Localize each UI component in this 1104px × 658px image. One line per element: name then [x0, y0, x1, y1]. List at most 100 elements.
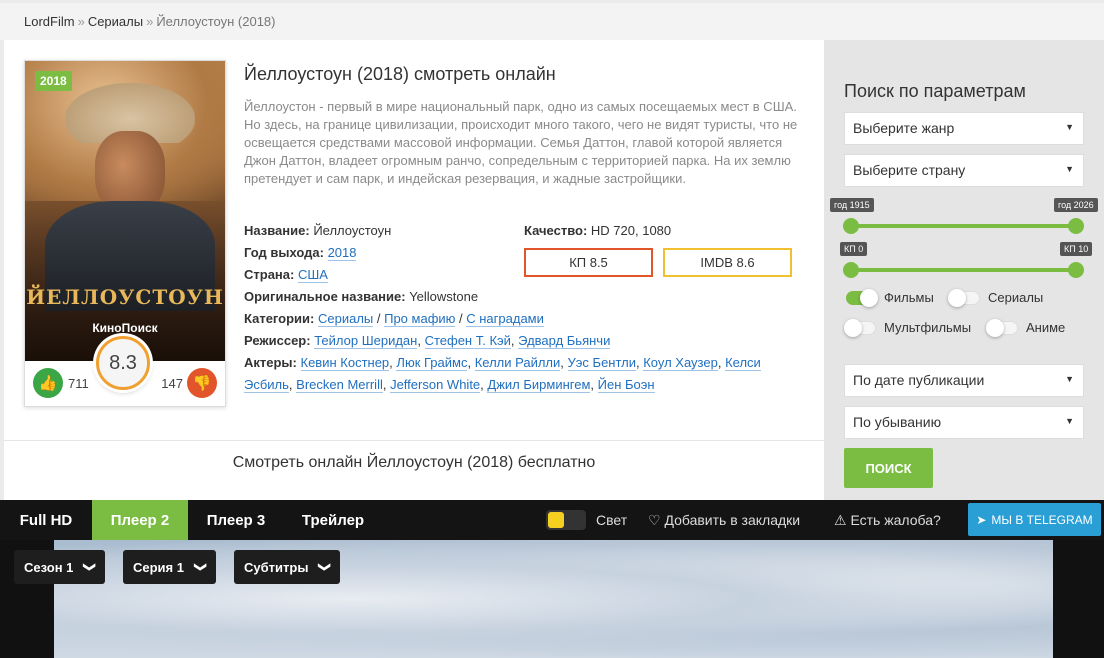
chevron-down-icon: ❯: [194, 561, 209, 573]
anime-toggle[interactable]: Аниме: [986, 318, 1065, 337]
breadcrumb-home[interactable]: LordFilm: [24, 14, 75, 29]
category-link[interactable]: Про мафию: [384, 311, 456, 327]
year-min-handle[interactable]: [843, 218, 859, 234]
bookmark-button[interactable]: ♡ Добавить в закладки: [648, 512, 800, 529]
year-max-handle[interactable]: [1068, 218, 1084, 234]
tab-full-hd[interactable]: Full HD: [0, 500, 92, 540]
season-dropdown[interactable]: Сезон 1 ❯: [14, 550, 106, 584]
episode-label: Серия 1: [133, 559, 184, 575]
actors-label: Актеры:: [244, 355, 297, 370]
actor-link[interactable]: Джил Бирмингем: [487, 377, 591, 393]
director-link[interactable]: Эдвард Бьянчи: [518, 333, 611, 349]
actor-link[interactable]: Brecken Merrill: [296, 377, 383, 393]
dislike-button[interactable]: 👎: [187, 368, 217, 398]
sort-select-label: По дате публикации: [853, 372, 985, 388]
actor-link[interactable]: Уэс Бентли: [567, 355, 636, 371]
episode-dropdown[interactable]: Серия 1 ❯: [123, 550, 217, 584]
telegram-button[interactable]: ➤ МЫ В TELEGRAM: [968, 503, 1101, 536]
like-button[interactable]: 👍: [33, 368, 63, 398]
subtitles-dropdown[interactable]: Субтитры ❯: [234, 550, 341, 584]
search-button[interactable]: ПОИСК: [844, 448, 933, 488]
like-count: 711: [68, 376, 89, 391]
kp-range-slider[interactable]: [843, 262, 1084, 278]
actor-link[interactable]: Люк Граймс: [396, 355, 468, 371]
tab-trailer[interactable]: Трейлер: [284, 500, 382, 540]
category-link[interactable]: Сериалы: [317, 311, 374, 327]
dropdown-arrow-icon: ▼: [1065, 416, 1074, 426]
heart-icon: ♡: [648, 512, 661, 528]
name-label: Название:: [244, 223, 310, 238]
poster-title: ЙЕЛЛОУСТОУН: [26, 285, 224, 309]
director-label: Режиссер:: [244, 333, 311, 348]
actor-link[interactable]: Кевин Костнер: [300, 355, 390, 371]
categories-label: Категории:: [244, 311, 315, 326]
info-row-director: Режиссер: Тейлор Шеридан, Стефен Т. Кэй,…: [244, 333, 611, 349]
actor-link[interactable]: Коул Хаузер: [643, 355, 718, 371]
poster-card: ЙЕЛЛОУСТОУН КиноПоиск 2018 👍 711 8.3 147…: [24, 60, 226, 407]
kp-min-handle[interactable]: [843, 262, 859, 278]
film-description: Йеллоустон - первый в мире национальный …: [244, 99, 798, 186]
light-label: Свет: [596, 512, 628, 528]
sidebar-title: Поиск по параметрам: [844, 81, 1026, 101]
kp-max-handle[interactable]: [1068, 262, 1084, 278]
info-row-categories: Категории: Сериалы / Про мафию / С награ…: [244, 311, 544, 327]
breadcrumb: LordFilm» Сериалы» Йеллоустоун (2018): [0, 3, 1104, 40]
breadcrumb-separator: »: [146, 14, 154, 29]
actor-link[interactable]: Jefferson White: [390, 377, 481, 393]
order-select[interactable]: По убыванию ▼: [844, 406, 1084, 439]
search-sidebar: Поиск по параметрам Выберите жанр ▼ Выбе…: [824, 40, 1104, 500]
quality-label: Качество:: [524, 223, 588, 238]
telegram-label: МЫ В TELEGRAM: [991, 512, 1093, 527]
genre-select-label: Выберите жанр: [853, 120, 955, 136]
toggle-row: Мультфильмы Аниме: [844, 318, 1084, 340]
thumbs-down-icon: 👎: [192, 375, 212, 392]
cartoons-toggle[interactable]: Мультфильмы: [844, 318, 971, 337]
tab-player-3[interactable]: Плеер 3: [188, 500, 284, 540]
director-link[interactable]: Стефен Т. Кэй: [424, 333, 511, 349]
tab-player-2[interactable]: Плеер 2: [92, 500, 188, 540]
toggle-switch[interactable]: [844, 318, 876, 337]
bookmark-label: Добавить в закладки: [664, 512, 801, 528]
complaint-label: Есть жалоба?: [850, 512, 941, 528]
kp-to-tooltip: КП 10: [1060, 242, 1093, 256]
divider: [4, 440, 824, 441]
player-tabs-bar: Full HD Плеер 2 Плеер 3 Трейлер Свет ♡ Д…: [0, 500, 1104, 540]
year-range-slider[interactable]: [843, 218, 1084, 234]
country-label: Страна:: [244, 267, 295, 282]
kp-from-tooltip: КП 0: [840, 242, 868, 256]
dislike-count: 147: [161, 376, 183, 391]
year-to-tooltip: год 2026: [1054, 198, 1098, 212]
subtitles-label: Субтитры: [244, 559, 309, 575]
director-link[interactable]: Тейлор Шеридан: [314, 333, 418, 349]
light-switch[interactable]: [546, 510, 586, 530]
page-title: Йеллоустоун (2018) смотреть онлайн: [244, 64, 556, 84]
film-content: ЙЕЛЛОУСТОУН КиноПоиск 2018 👍 711 8.3 147…: [4, 40, 824, 500]
original-name-value: Yellowstone: [409, 289, 479, 304]
country-select[interactable]: Выберите страну ▼: [844, 154, 1084, 187]
toggle-row: Фильмы Сериалы: [844, 288, 1084, 310]
complaint-button[interactable]: ⚠ Есть жалоба?: [834, 512, 941, 529]
quality-value: HD 720, 1080: [590, 223, 672, 238]
year-link[interactable]: 2018: [327, 245, 357, 261]
category-link[interactable]: С наградами: [466, 311, 544, 327]
toggle-switch[interactable]: [986, 318, 1018, 337]
toggle-switch[interactable]: [846, 288, 878, 307]
series-toggle[interactable]: Сериалы: [948, 288, 1043, 307]
light-toggle[interactable]: Свет: [546, 510, 627, 530]
kp-rating-badge: КП 8.5: [524, 248, 653, 277]
poster-image[interactable]: ЙЕЛЛОУСТОУН КиноПоиск: [25, 61, 225, 361]
toggle-switch[interactable]: [948, 288, 980, 307]
year-from-tooltip: год 1915: [830, 198, 874, 212]
dropdown-arrow-icon: ▼: [1065, 164, 1074, 174]
film-info: Название: Йеллоустоун Год выхода: 2018 С…: [244, 220, 804, 396]
country-link[interactable]: США: [297, 267, 328, 283]
genre-select[interactable]: Выберите жанр ▼: [844, 112, 1084, 145]
warning-icon: ⚠: [834, 512, 847, 528]
breadcrumb-section[interactable]: Сериалы: [88, 14, 143, 29]
chevron-down-icon: ❯: [318, 561, 333, 573]
films-toggle[interactable]: Фильмы: [846, 288, 934, 307]
actor-link[interactable]: Келли Райлли: [474, 355, 561, 371]
actor-link[interactable]: Йен Боэн: [597, 377, 655, 393]
sort-select[interactable]: По дате публикации ▼: [844, 364, 1084, 397]
thumbs-up-icon: 👍: [38, 375, 58, 392]
